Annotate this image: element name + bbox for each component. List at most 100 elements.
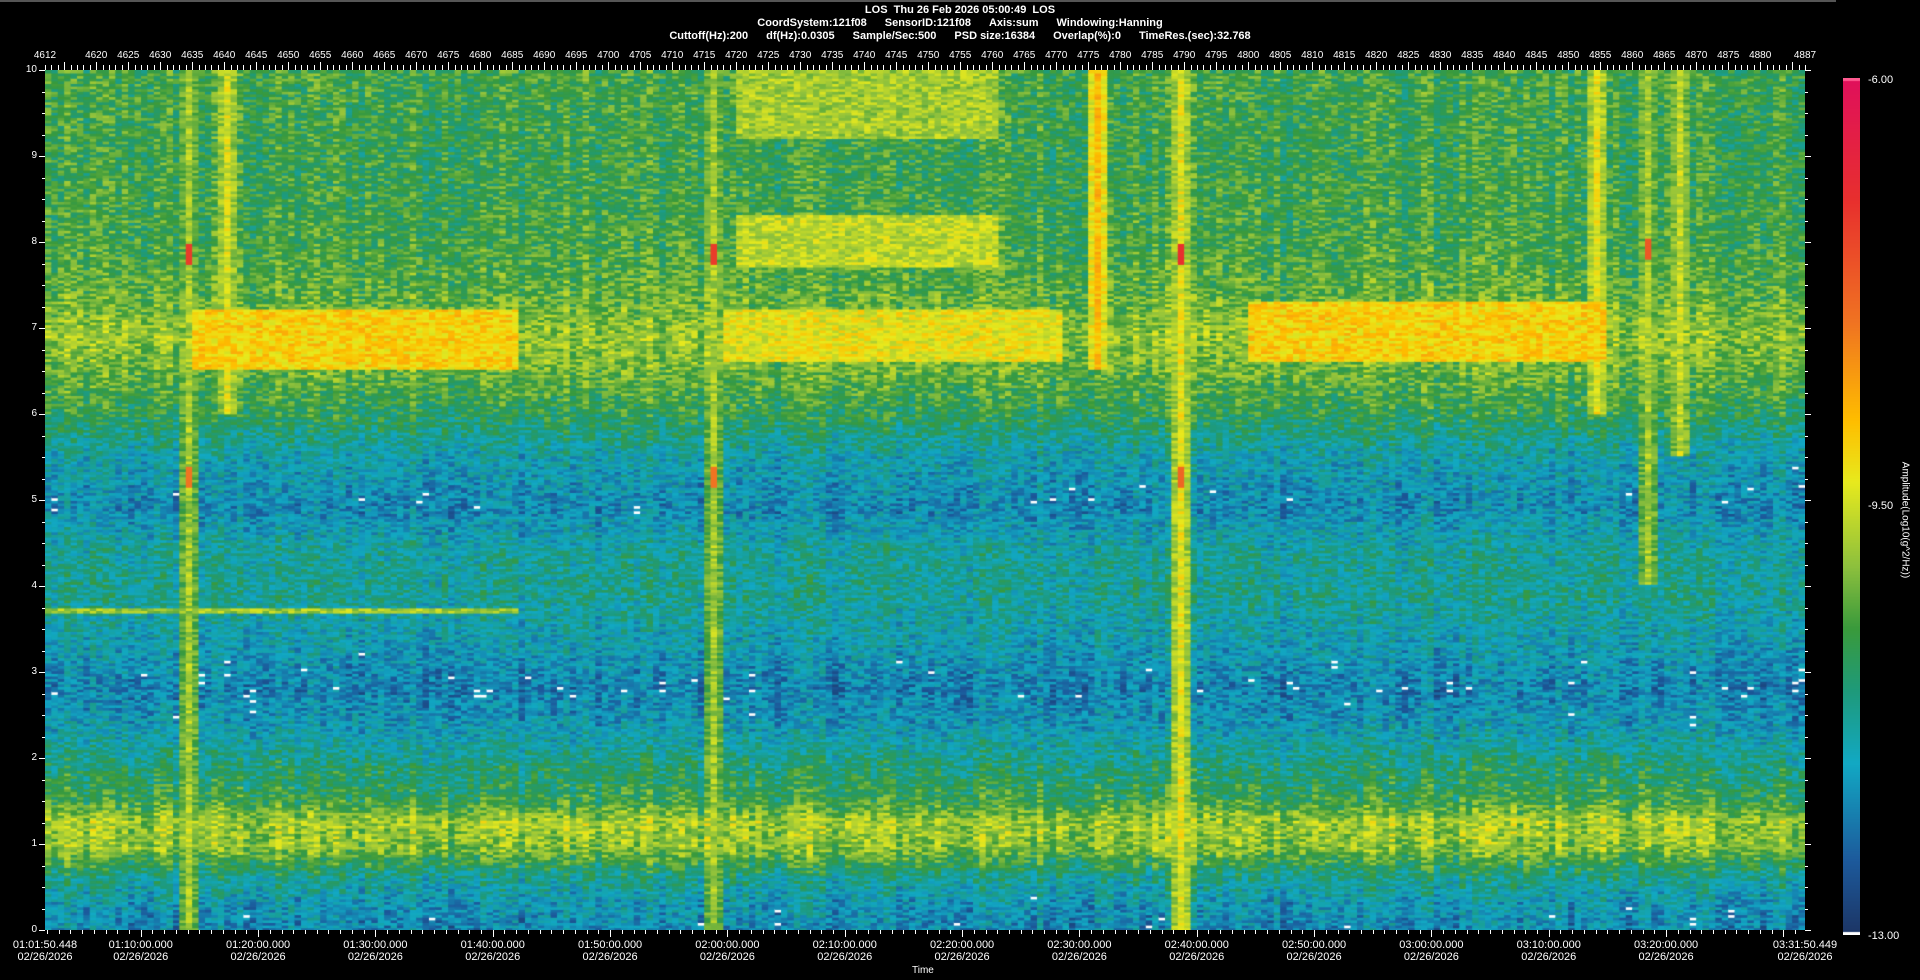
top-axis-label: 4740 [853,50,876,61]
top-axis-tick [1459,65,1461,70]
y-axis-label: 7 [31,322,37,333]
y-axis-tick-right [1805,392,1808,394]
y-axis-tick-right [1805,715,1808,716]
top-axis-tick [659,65,661,70]
x-axis-date-label: 02/26/2026 [17,951,73,963]
y-axis-tick [42,865,45,867]
top-axis-label: 4770 [1045,50,1068,61]
top-axis-tick [557,65,558,70]
top-axis-tick [1741,65,1742,70]
y-axis-tick [42,199,45,200]
top-axis-tick [493,65,494,70]
bottom-axis-tick [175,930,177,934]
bottom-axis-tick [1361,930,1362,934]
top-axis-tick [224,62,226,70]
top-axis-tick [832,62,834,70]
y-axis-tick [42,564,45,566]
y-axis-tick [42,887,45,888]
top-axis-tick [422,65,424,70]
bottom-axis-tick [1560,930,1562,934]
y-axis-tick [42,435,45,437]
top-axis-tick [1139,65,1141,70]
x-axis-time-label: 01:20:00.000 [225,939,291,951]
bottom-axis-tick [469,930,471,934]
top-axis-tick [768,62,770,70]
bottom-axis-tick [739,930,741,934]
top-axis-tick [883,65,885,70]
top-axis-label: 4645 [245,50,268,61]
y-axis-tick-right [1805,91,1808,93]
y-axis-tick [42,392,45,394]
top-axis-tick [461,65,462,70]
top-axis-label: 4840 [1493,50,1516,61]
x-axis-time-label: 01:30:00.000 [343,939,408,951]
top-axis-tick [1702,65,1704,70]
top-axis-tick [109,65,110,70]
bottom-axis-tick [1666,930,1668,937]
bottom-axis-tick [1196,930,1198,937]
colorbar-max-label: -6.00 [1868,74,1894,86]
top-axis-tick [377,65,379,70]
top-axis-tick [179,65,181,70]
top-axis-tick [1043,65,1045,70]
x-axis-time-label: 03:31:50.449 [1772,939,1838,951]
y-axis-label: 6 [31,408,37,419]
top-axis-tick [582,65,584,70]
bottom-axis-tick [258,930,260,937]
top-axis-tick [365,65,366,70]
top-axis-tick [1017,65,1019,70]
top-axis-tick [1101,65,1102,70]
y-axis-tick [42,113,45,114]
top-axis-label: 4820 [1365,50,1388,61]
bottom-axis-tick [222,930,224,934]
bottom-axis-tick [1525,930,1527,934]
bottom-axis-tick [1396,930,1398,934]
bottom-axis-tick [1114,930,1116,934]
top-axis-tick [1177,65,1179,70]
y-axis-tick [42,801,45,802]
bottom-axis-tick [1044,930,1046,934]
top-axis-tick [1587,65,1589,70]
top-axis-tick [89,65,91,70]
spectrogram-plot[interactable] [45,70,1805,930]
top-axis-tick [454,65,456,70]
top-axis-tick [1369,65,1371,70]
psd-size: PSD size:16384 [954,30,1036,42]
top-axis-tick [1504,62,1506,70]
bottom-axis-tick [1220,930,1222,934]
top-axis-tick [1613,65,1614,70]
top-axis-tick [249,65,251,70]
bottom-axis-tick [1267,930,1269,934]
y-axis-tick [42,306,45,308]
bottom-axis-tick [1478,930,1480,934]
coord-system: CoordSystem:121f08 [757,17,867,29]
top-axis-label: 4675 [437,50,460,61]
bottom-axis-tick [328,930,330,934]
bottom-axis-tick [703,930,705,934]
bottom-axis-tick [481,930,482,934]
top-axis-tick [1241,65,1243,70]
x-axis-date-label: 02/26/2026 [1403,951,1459,963]
top-axis-tick [1184,62,1186,70]
top-axis-tick [889,65,891,70]
top-axis-label: 4830 [1429,50,1452,61]
y-axis-tick [42,220,45,222]
top-axis-tick [1427,65,1429,70]
top-axis-tick [518,65,520,70]
top-axis-tick [729,65,731,70]
top-axis-tick [403,65,405,70]
x-axis-time-label: 02:20:00.000 [929,939,995,951]
top-axis-tick [1664,62,1666,70]
top-axis-label: 4700 [597,50,620,61]
bottom-axis-tick [844,930,846,937]
bottom-axis-tick [105,930,107,934]
y-axis-tick-right [1805,865,1808,867]
top-axis-tick [1645,65,1646,70]
top-axis-tick [1049,65,1051,70]
y-axis-tick-right [1805,650,1808,652]
bottom-axis-tick [938,930,940,934]
top-axis-label: 4810 [1301,50,1324,61]
top-axis-tick [589,65,590,70]
top-axis-tick [774,65,776,70]
y-axis-tick-right [1805,672,1811,673]
